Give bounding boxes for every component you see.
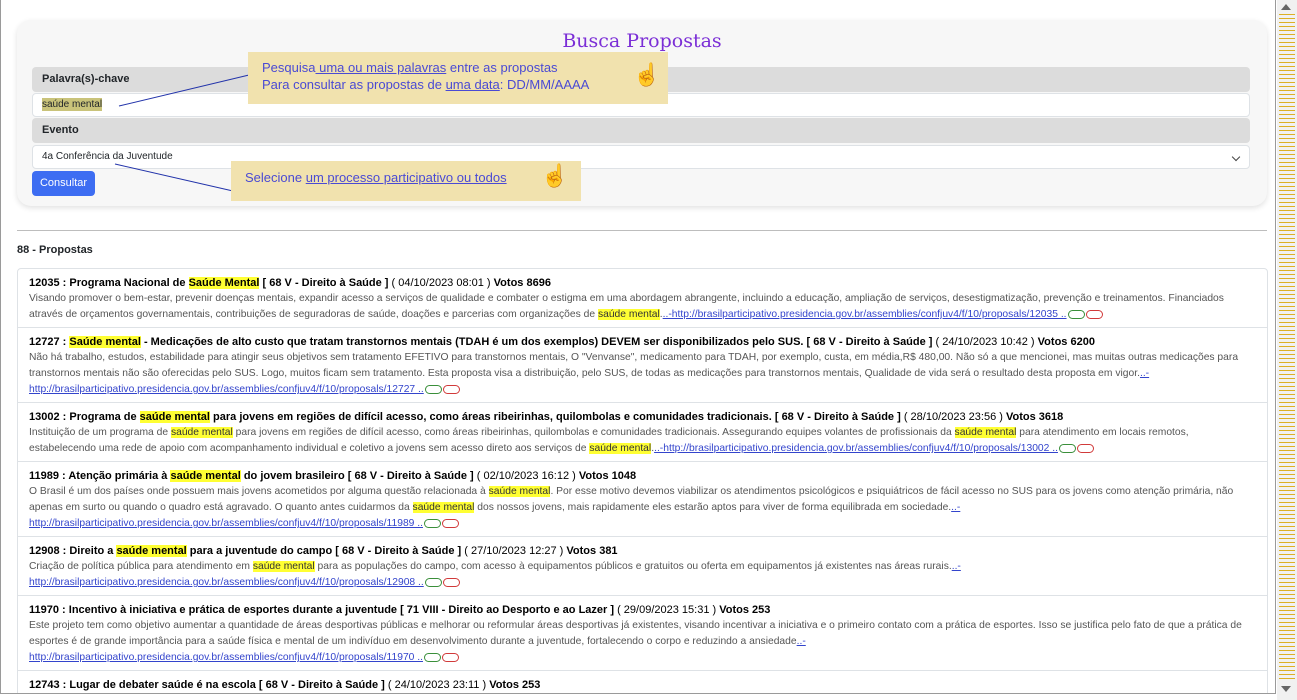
proposal-link[interactable]: http://brasilparticipativo.presidencia.g…	[29, 518, 423, 529]
keyword-value: saúde mental	[42, 98, 103, 111]
reject-toggle[interactable]	[1085, 309, 1103, 319]
list-item: 12908 : Direito a saúde mental para a ju…	[18, 537, 1267, 596]
event-select[interactable]: 4a Conferência da Juventude	[32, 145, 1250, 169]
results-count: 88 - Propostas	[17, 244, 93, 256]
divider	[17, 230, 1267, 231]
list-item: 11970 : Incentivo à iniciativa e prática…	[18, 596, 1267, 671]
reject-toggle[interactable]	[441, 652, 459, 662]
list-item: 11989 : Atenção primária à saúde mental …	[18, 462, 1267, 537]
approve-toggle[interactable]	[423, 518, 441, 528]
proposal-link-prefix[interactable]: ..-	[797, 636, 806, 647]
proposal-title[interactable]: 11970 : Incentivo à iniciativa e prática…	[29, 602, 1257, 618]
reject-toggle[interactable]	[1076, 443, 1094, 453]
proposal-text: O Brasil é um dos países onde possuem ma…	[29, 486, 1234, 529]
list-item: 12743 : Lugar de debater saúde é na esco…	[18, 671, 1267, 693]
page-frame: Busca Propostas Palavra(s)-chave saúde m…	[0, 0, 1276, 694]
search-match-markers	[1279, 14, 1295, 682]
proposal-title[interactable]: 12743 : Lugar de debater saúde é na esco…	[29, 677, 1257, 693]
pointer-hand-icon: ☝	[541, 163, 569, 188]
reject-toggle[interactable]	[442, 384, 460, 394]
proposal-list: 12035 : Programa Nacional de Saúde Menta…	[17, 268, 1268, 693]
list-item: 12035 : Programa Nacional de Saúde Menta…	[18, 269, 1267, 328]
proposal-link[interactable]: ..-http://brasilparticipativo.presidenci…	[654, 443, 1058, 454]
proposal-link[interactable]: ..-http://brasilparticipativo.presidenci…	[663, 309, 1067, 320]
proposal-text: Instituição de um programa de saúde ment…	[29, 427, 1189, 454]
proposal-text: Visando promover o bem-estar, prevenir d…	[29, 293, 1224, 320]
proposal-title[interactable]: 12727 : Saúde mental - Medicações de alt…	[29, 334, 1257, 350]
approve-toggle[interactable]	[1058, 443, 1076, 453]
pointer-hand-icon: ☝	[633, 62, 661, 87]
reject-toggle[interactable]	[441, 518, 459, 528]
approve-toggle[interactable]	[424, 384, 442, 394]
proposal-link-prefix[interactable]: ..-	[952, 561, 961, 572]
list-item: 13002 : Programa de saúde mental para jo…	[18, 403, 1267, 462]
proposal-link[interactable]: http://brasilparticipativo.presidencia.g…	[29, 652, 423, 663]
vertical-scrollbar[interactable]	[1277, 0, 1297, 700]
proposal-link-prefix[interactable]: ..-	[1140, 368, 1149, 379]
proposal-text: Este projeto tem como objetivo aumentar …	[29, 620, 1242, 663]
list-item: 12727 : Saúde mental - Medicações de alt…	[18, 328, 1267, 403]
reject-toggle[interactable]	[442, 577, 460, 587]
proposal-text: Criação de política pública para atendim…	[29, 561, 961, 588]
event-value: 4a Conferência da Juventude	[42, 151, 173, 162]
proposal-title[interactable]: 12035 : Programa Nacional de Saúde Menta…	[29, 275, 1257, 291]
consultar-button[interactable]: Consultar	[32, 171, 95, 196]
proposal-link-prefix[interactable]: ..-	[951, 502, 960, 513]
proposal-text: Não há trabalho, estudos, estabilidade p…	[29, 352, 1239, 395]
event-tooltip: Selecione um processo participativo ou t…	[231, 161, 581, 201]
approve-toggle[interactable]	[423, 652, 441, 662]
keyword-tooltip: Pesquisa uma ou mais palavras entre as p…	[248, 52, 668, 104]
scroll-down-icon[interactable]	[1281, 686, 1291, 692]
chevron-down-icon	[1231, 152, 1241, 162]
proposal-title[interactable]: 12908 : Direito a saúde mental para a ju…	[29, 543, 1257, 559]
approve-toggle[interactable]	[424, 577, 442, 587]
search-panel: Busca Propostas Palavra(s)-chave saúde m…	[17, 20, 1267, 206]
proposal-title[interactable]: 11989 : Atenção primária à saúde mental …	[29, 468, 1257, 484]
proposal-title[interactable]: 13002 : Programa de saúde mental para jo…	[29, 409, 1257, 425]
proposal-link[interactable]: http://brasilparticipativo.presidencia.g…	[29, 577, 424, 588]
event-label: Evento	[32, 118, 1250, 143]
scroll-up-icon[interactable]	[1281, 4, 1291, 10]
approve-toggle[interactable]	[1067, 309, 1085, 319]
page-title: Busca Propostas	[562, 30, 722, 52]
proposal-link[interactable]: http://brasilparticipativo.presidencia.g…	[29, 384, 424, 395]
